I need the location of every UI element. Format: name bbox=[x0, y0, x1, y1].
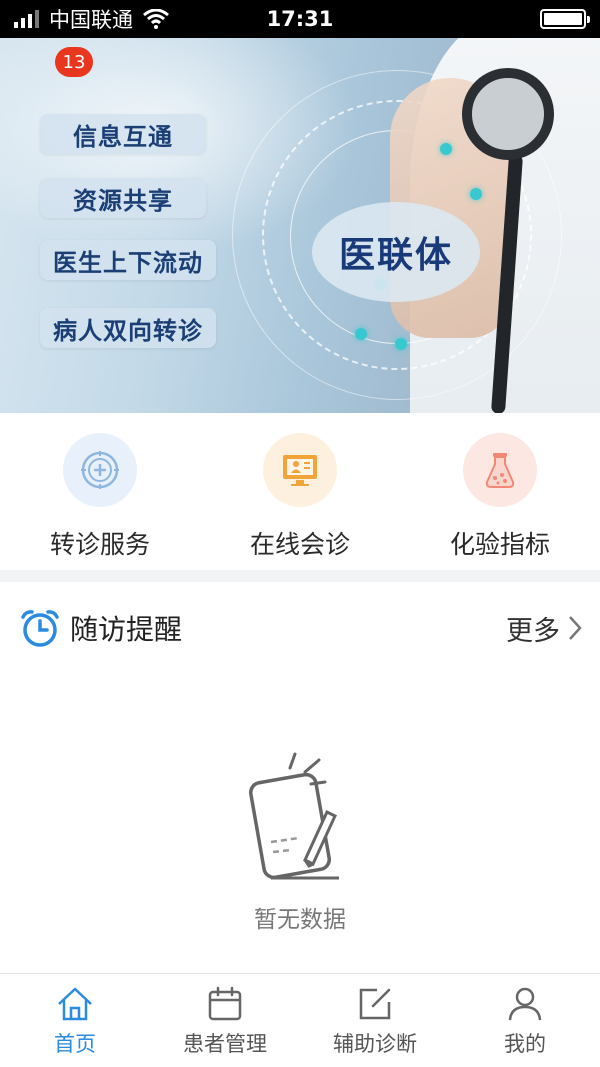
tab-mine[interactable]: 我的 bbox=[450, 974, 600, 1067]
network-dot bbox=[355, 328, 367, 340]
tab-label: 首页 bbox=[54, 1032, 96, 1056]
banner-pill-doctor-flow: 医生上下流动 bbox=[40, 240, 216, 280]
empty-state: 暂无数据 bbox=[0, 740, 600, 934]
tab-bar: 首页 患者管理 辅助诊断 我的 bbox=[0, 973, 600, 1067]
tab-label: 患者管理 bbox=[183, 1032, 267, 1056]
status-bar: 中国联通 17:31 bbox=[0, 0, 600, 38]
tab-home[interactable]: 首页 bbox=[0, 974, 150, 1067]
empty-text: 暂无数据 bbox=[254, 907, 346, 933]
tab-assisted-diagnosis[interactable]: 辅助诊断 bbox=[300, 974, 450, 1067]
stethoscope-icon bbox=[462, 68, 554, 160]
referral-target-icon bbox=[63, 433, 137, 507]
followup-header: 随访提醒 更多 bbox=[0, 582, 600, 674]
banner-pill-info: 信息互通 bbox=[40, 114, 206, 154]
home-icon bbox=[58, 987, 92, 1021]
notification-badge[interactable]: 13 bbox=[55, 47, 93, 77]
empty-note-icon bbox=[249, 752, 339, 880]
carrier-name: 中国联通 bbox=[49, 8, 133, 32]
quick-item-online-consult[interactable]: 在线会诊 bbox=[200, 413, 400, 570]
chevron-right-icon bbox=[569, 616, 582, 640]
network-dot bbox=[470, 188, 482, 200]
signal-icon bbox=[14, 10, 39, 28]
quick-item-lab-index[interactable]: 化验指标 bbox=[400, 413, 600, 570]
quick-label: 化验指标 bbox=[449, 530, 550, 559]
alarm-clock-icon bbox=[21, 610, 59, 647]
tab-label: 我的 bbox=[504, 1032, 546, 1056]
quick-label: 转诊服务 bbox=[49, 530, 150, 559]
quick-label: 在线会诊 bbox=[249, 530, 350, 559]
calendar-icon bbox=[208, 986, 242, 1021]
banner-pill-resources: 资源共享 bbox=[40, 178, 206, 218]
quick-services: 转诊服务 在线会诊 化验指标 bbox=[0, 413, 600, 570]
tab-label: 辅助诊断 bbox=[333, 1032, 417, 1056]
more-link[interactable]: 更多 bbox=[506, 609, 582, 648]
edit-icon bbox=[359, 988, 391, 1020]
followup-title-wrap: 随访提醒 bbox=[20, 608, 182, 648]
section-divider bbox=[0, 570, 600, 582]
banner[interactable]: 信息互通 资源共享 医生上下流动 病人双向转诊 医联体 bbox=[0, 38, 600, 413]
lab-flask-icon bbox=[463, 433, 537, 507]
battery-icon bbox=[540, 9, 590, 29]
status-left: 中国联通 bbox=[14, 4, 169, 34]
tab-patient-management[interactable]: 患者管理 bbox=[150, 974, 300, 1067]
wifi-icon bbox=[143, 9, 169, 29]
banner-pill-patient-referral: 病人双向转诊 bbox=[40, 308, 216, 348]
quick-item-referral[interactable]: 转诊服务 bbox=[0, 413, 200, 570]
user-icon bbox=[508, 987, 542, 1021]
network-dot bbox=[395, 338, 407, 350]
banner-center-title: 医联体 bbox=[312, 202, 480, 302]
network-dot bbox=[440, 143, 452, 155]
more-label: 更多 bbox=[506, 615, 560, 647]
followup-title: 随访提醒 bbox=[70, 613, 183, 646]
monitor-consult-icon bbox=[263, 433, 337, 507]
